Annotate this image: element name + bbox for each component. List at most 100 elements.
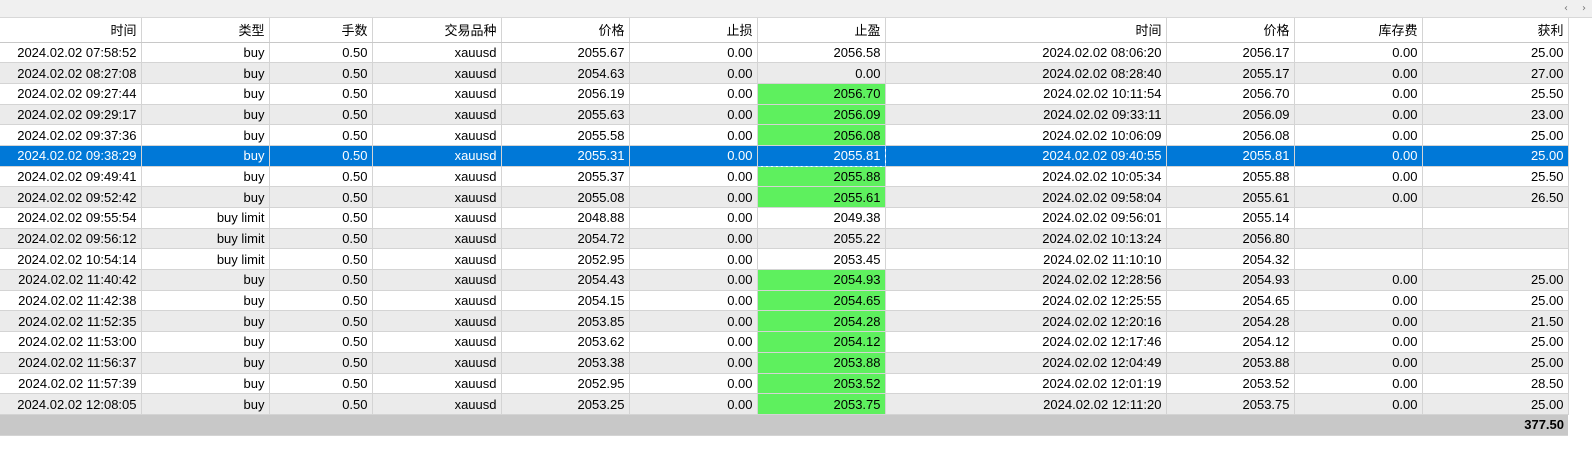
column-header-swap[interactable]: 库存费 [1294, 18, 1423, 43]
top-bar: ‹ › [0, 0, 1592, 18]
cell-tp: 2055.88 [757, 166, 886, 188]
cell-close-time: 2024.02.02 10:13:24 [885, 228, 1167, 250]
cell-tp: 2054.65 [757, 290, 886, 312]
cell-sl: 0.00 [629, 42, 758, 64]
cell-tp: 2055.22 [757, 228, 886, 250]
cell-close-price: 2055.61 [1166, 186, 1295, 208]
cell-sl: 0.00 [629, 124, 758, 146]
cell-sl: 0.00 [629, 290, 758, 312]
cell-symbol: xauusd [372, 104, 502, 126]
scroll-left-icon[interactable]: ‹ [1564, 3, 1568, 14]
cell-lots: 0.50 [269, 83, 373, 105]
column-header-close-time[interactable]: 时间 [885, 18, 1167, 43]
history-table: 时间 类型 手数 交易品种 价格 止损 止盈 时间 价格 库存费 获利 2024.02.02 07:… [0, 18, 1569, 436]
cell-open-time: 2024.02.02 09:55:54 [0, 207, 142, 229]
column-header-lots[interactable]: 手数 [269, 18, 373, 43]
cell-close-time: 2024.02.02 09:33:11 [885, 104, 1167, 126]
table-row[interactable]: 2024.02.02 11:53:00 buy 0.50 xauusd 2053.62 0… [0, 331, 1569, 353]
cell-type: buy [141, 124, 270, 146]
table-row[interactable]: 2024.02.02 09:52:42 buy 0.50 xauusd 2055.08 0… [0, 186, 1569, 208]
cell-swap: 0.00 [1294, 62, 1423, 84]
cell-open-time: 2024.02.02 11:57:39 [0, 373, 142, 395]
cell-type: buy [141, 352, 270, 374]
table-row[interactable]: 2024.02.02 09:56:12 buy limit 0.50 xauusd 20… [0, 228, 1569, 250]
cell-lots: 0.50 [269, 62, 373, 84]
cell-close-price: 2055.88 [1166, 166, 1295, 188]
cell-swap: 0.00 [1294, 331, 1423, 353]
cell-swap [1294, 248, 1423, 271]
table-row[interactable]: 2024.02.02 11:42:38 buy 0.50 xauusd 2054.15 0… [0, 290, 1569, 312]
cell-close-price: 2056.08 [1166, 124, 1295, 146]
cell-swap: 0.00 [1294, 393, 1423, 415]
table-row[interactable]: 2024.02.02 08:27:08 buy 0.50 xauusd 2054.63 0… [0, 62, 1569, 84]
cell-open-time: 2024.02.02 09:49:41 [0, 166, 142, 188]
column-header-close-price[interactable]: 价格 [1166, 18, 1295, 43]
cell-close-time: 2024.02.02 12:11:20 [885, 393, 1167, 415]
cell-open-price: 2055.58 [501, 124, 630, 146]
cell-close-time: 2024.02.02 12:20:16 [885, 310, 1167, 333]
cell-open-price: 2053.25 [501, 393, 630, 415]
cell-sl: 0.00 [629, 62, 758, 84]
column-header-type[interactable]: 类型 [141, 18, 270, 43]
table-row[interactable]: 2024.02.02 12:08:05 buy 0.50 xauusd 2053.25 0… [0, 393, 1569, 415]
column-header-open-time[interactable]: 时间 [0, 18, 142, 43]
column-header-open-price[interactable]: 价格 [501, 18, 630, 43]
table-row[interactable]: 2024.02.02 11:52:35 buy 0.50 xauusd 2053.85 0… [0, 310, 1569, 333]
cell-lots: 0.50 [269, 310, 373, 333]
cell-tp: 2053.52 [757, 373, 886, 395]
cell-swap: 0.00 [1294, 124, 1423, 146]
cell-close-time: 2024.02.02 12:17:46 [885, 331, 1167, 353]
column-header-sl[interactable]: 止损 [629, 18, 758, 43]
scroll-right-icon[interactable]: › [1582, 3, 1586, 14]
cell-swap: 0.00 [1294, 186, 1423, 208]
cell-symbol: xauusd [372, 331, 502, 353]
cell-symbol: xauusd [372, 393, 502, 415]
cell-tp: 2055.81 [756, 144, 886, 167]
cell-swap: 0.00 [1294, 104, 1423, 126]
table-row[interactable]: 2024.02.02 11:56:37 buy 0.50 xauusd 2053.38 0… [0, 352, 1569, 374]
column-header-profit[interactable]: 获利 [1422, 18, 1569, 43]
column-header-symbol[interactable]: 交易品种 [372, 18, 502, 43]
cell-type: buy [141, 269, 270, 291]
cell-lots: 0.50 [269, 124, 373, 146]
cell-type: buy limit [141, 248, 270, 271]
table-row[interactable]: 2024.02.02 09:49:41 buy 0.50 xauusd 2055.37 0… [0, 166, 1569, 188]
cell-type: buy [141, 186, 270, 208]
cell-symbol: xauusd [372, 248, 502, 271]
cell-profit: 21.50 [1422, 310, 1569, 333]
cell-sl: 0.00 [629, 331, 758, 353]
table-row[interactable]: 2024.02.02 09:27:44 buy 0.50 xauusd 2056.19 0… [0, 83, 1569, 105]
cell-type: buy [141, 42, 270, 64]
cell-open-time: 2024.02.02 11:42:38 [0, 290, 142, 312]
cell-tp: 2054.93 [757, 269, 886, 291]
cell-close-price: 2054.65 [1166, 290, 1295, 312]
cell-swap: 0.00 [1294, 290, 1423, 312]
cell-close-price: 2056.09 [1166, 104, 1295, 126]
cell-profit [1422, 248, 1569, 271]
cell-profit: 25.50 [1422, 166, 1569, 188]
cell-type: buy [141, 62, 270, 84]
table-row[interactable]: 2024.02.02 09:38:29 buy 0.50 xauusd 2055.31 0… [0, 144, 1569, 167]
table-row[interactable]: 2024.02.02 07:58:52 buy 0.50 xauusd 2055.67 0… [0, 42, 1569, 64]
cell-tp: 2056.08 [757, 124, 886, 146]
cell-close-price: 2054.12 [1166, 331, 1295, 353]
cell-profit: 25.00 [1422, 352, 1569, 374]
cell-profit: 25.00 [1422, 124, 1569, 146]
cell-lots: 0.50 [269, 145, 373, 167]
cell-close-price: 2054.93 [1166, 269, 1295, 291]
table-row[interactable]: 2024.02.02 09:29:17 buy 0.50 xauusd 2055.63 0… [0, 104, 1569, 126]
cell-lots: 0.50 [269, 207, 373, 229]
cell-close-price: 2055.81 [1166, 145, 1295, 167]
table-row[interactable]: 2024.02.02 10:54:14 buy limit 0.50 xauusd 20… [0, 248, 1569, 271]
table-row[interactable]: 2024.02.02 11:57:39 buy 0.50 xauusd 2052.95 0… [0, 373, 1569, 395]
table-row[interactable]: 2024.02.02 09:37:36 buy 0.50 xauusd 2055.58 0… [0, 124, 1569, 146]
cell-swap: 0.00 [1294, 145, 1423, 167]
cell-type: buy limit [141, 228, 270, 250]
cell-close-time: 2024.02.02 10:05:34 [885, 166, 1167, 188]
cell-symbol: xauusd [372, 207, 502, 229]
table-row[interactable]: 2024.02.02 09:55:54 buy limit 0.50 xauusd 20… [0, 207, 1569, 229]
cell-symbol: xauusd [372, 166, 502, 188]
column-header-tp[interactable]: 止盈 [757, 18, 886, 43]
cell-symbol: xauusd [372, 83, 502, 105]
table-row[interactable]: 2024.02.02 11:40:42 buy 0.50 xauusd 2054.43 0… [0, 269, 1569, 291]
